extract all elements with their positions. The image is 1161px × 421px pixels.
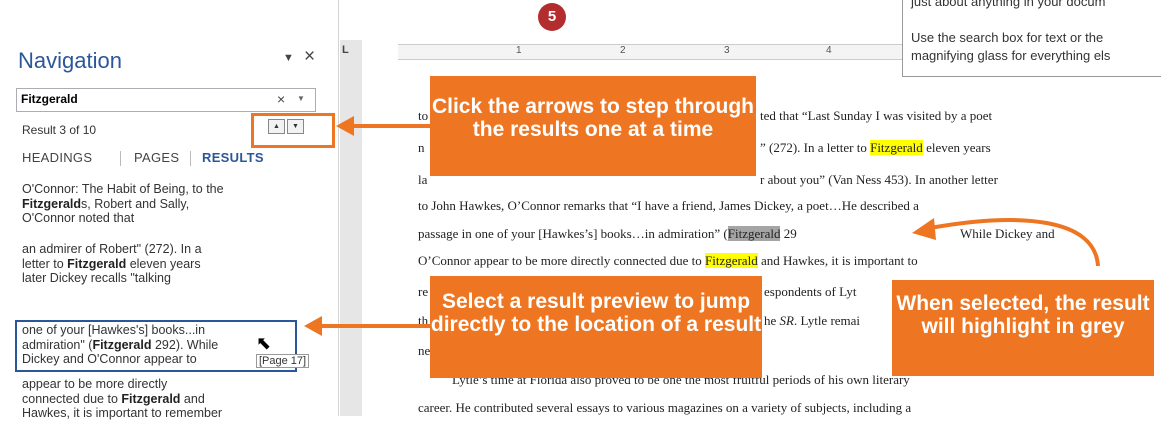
pointer-arrowhead [336,116,354,136]
pointer-arrowhead [304,316,322,336]
callout-arrows-overlay [304,116,1100,336]
pointer-arrowhead [912,218,936,240]
curved-pointer-arrow [929,218,1100,267]
